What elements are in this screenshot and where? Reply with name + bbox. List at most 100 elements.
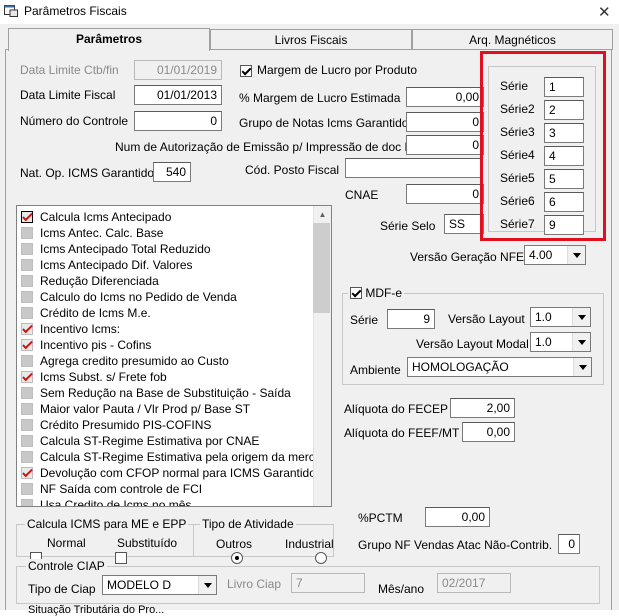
pct-margem-label: % Margem de Lucro Estimada xyxy=(239,91,401,105)
close-icon[interactable]: ✕ xyxy=(598,3,611,21)
num-autorizacao-label: Num de Autorização de Emissão p/ Impress… xyxy=(115,140,442,154)
margem-lucro-produto-label: Margem de Lucro por Produto xyxy=(257,63,418,77)
pctm-field[interactable]: 0,00 xyxy=(425,507,490,527)
nat-op-field[interactable]: 540 xyxy=(153,162,191,182)
app-icon xyxy=(4,5,18,17)
cod-posto-field[interactable] xyxy=(345,158,483,178)
serie-field[interactable]: 1 xyxy=(544,77,584,97)
scroll-thumb[interactable] xyxy=(313,223,330,313)
mdfe-serie-field[interactable]: 9 xyxy=(387,309,435,329)
normal-label: Normal xyxy=(47,536,86,550)
grupo-nf-field[interactable]: 0 xyxy=(558,534,580,554)
serie-field[interactable]: 9 xyxy=(544,215,584,235)
checkbox-icon[interactable] xyxy=(21,355,33,367)
calc-icms-title: Calcula ICMS para ME e EPP xyxy=(25,517,189,531)
checkbox-icon[interactable] xyxy=(21,451,33,463)
list-item-label: Sem Redução na Base de Substituição - Sa… xyxy=(40,386,291,400)
checkbox-icon[interactable] xyxy=(21,243,33,255)
checkbox-icon[interactable] xyxy=(21,291,33,303)
cnae-label: CNAE xyxy=(345,188,379,202)
checkbox-icon[interactable] xyxy=(21,419,33,431)
chevron-down-icon[interactable] xyxy=(572,308,590,326)
checkbox-icon[interactable] xyxy=(21,307,33,319)
serie-selo-label: Série Selo xyxy=(380,219,436,233)
tipo-ciap-label: Tipo de Ciap xyxy=(28,582,96,596)
serie-label: Série4 xyxy=(500,148,535,162)
cod-posto-label: Cód. Posto Fiscal xyxy=(245,163,340,177)
margem-lucro-produto-checkbox[interactable] xyxy=(240,65,252,77)
versao-geracao-label: Versão Geração NFE xyxy=(410,250,525,264)
versao-layout-label: Versão Layout xyxy=(448,312,525,326)
feef-field[interactable]: 0,00 xyxy=(462,422,515,442)
checkbox-icon[interactable] xyxy=(21,387,33,399)
checkbox-icon[interactable] xyxy=(21,275,33,287)
grupo-notas-label: Grupo de Notas Icms Garantido xyxy=(239,116,409,130)
mdfe-checkbox[interactable] xyxy=(350,287,362,299)
industrial-label: Industrial xyxy=(285,537,334,551)
livro-ciap-field[interactable]: 7 xyxy=(291,573,365,593)
tipo-atividade-title: Tipo de Atividade xyxy=(200,517,296,531)
fecep-field[interactable]: 2,00 xyxy=(450,398,515,418)
pctm-label: %PCTM xyxy=(358,511,403,525)
checkmark-icon[interactable] xyxy=(21,467,33,479)
serie-field[interactable]: 3 xyxy=(544,123,584,143)
serie-field[interactable]: 6 xyxy=(544,192,584,212)
checkbox-icon[interactable] xyxy=(21,403,33,415)
data-limite-ctb-field[interactable]: 01/01/2019 xyxy=(134,60,222,80)
list-item-label: Calcula ST-Regime Estimativa por CNAE xyxy=(40,434,260,448)
substituido-label: Substituído xyxy=(117,536,178,550)
versao-geracao-select[interactable]: 4.00 xyxy=(524,245,586,265)
mdfe-serie-label: Série xyxy=(350,313,379,327)
list-item-label: Incentivo Icms: xyxy=(40,322,121,336)
options-listbox[interactable]: Calcula Icms Antecipado Icms Antec. Calc.… xyxy=(16,205,332,507)
tab-arq-magneticos[interactable]: Arq. Magnéticos xyxy=(412,29,613,50)
list-item-label: Calcula Icms Antecipado xyxy=(40,210,172,224)
checkmark-icon[interactable] xyxy=(21,371,33,383)
num-autorizacao-field[interactable]: 0 xyxy=(406,135,484,155)
ambiente-select[interactable]: HOMOLOGAÇÃO xyxy=(407,357,592,377)
serie-field[interactable]: 5 xyxy=(544,169,584,189)
serie-label: Série7 xyxy=(500,217,535,231)
serie-label: Série6 xyxy=(500,194,535,208)
list-item-label: Icms Antecipado Total Reduzido xyxy=(40,242,211,256)
numero-controle-field[interactable]: 0 xyxy=(134,111,222,131)
cnae-field[interactable]: 0 xyxy=(406,184,484,204)
serie-field[interactable]: 4 xyxy=(544,146,584,166)
mes-ano-field[interactable]: 02/2017 xyxy=(437,573,511,593)
list-item-label: Calculo do Icms no Pedido de Venda xyxy=(40,290,237,304)
serie-field[interactable]: 2 xyxy=(544,100,584,120)
versao-layout-select[interactable]: 1.0 xyxy=(530,307,591,327)
tab-parametros[interactable]: Parâmetros xyxy=(8,28,210,51)
chevron-down-icon[interactable] xyxy=(573,358,591,376)
mes-ano-label: Mês/ano xyxy=(378,582,425,596)
checkbox-icon[interactable] xyxy=(21,259,33,271)
serie-label: Série5 xyxy=(500,171,535,185)
grupo-nf-label: Grupo NF Vendas Atac Não-Contrib. xyxy=(358,538,553,552)
data-limite-fiscal-field[interactable]: 01/01/2013 xyxy=(134,85,222,105)
checkbox-icon[interactable] xyxy=(21,435,33,447)
serie-selo-field[interactable]: SS xyxy=(444,214,484,234)
list-item-label: Maior valor Pauta / Vlr Prod p/ Base ST xyxy=(40,402,251,416)
tab-livros-fiscais[interactable]: Livros Fiscais xyxy=(210,29,412,50)
livro-ciap-label: Livro Ciap xyxy=(227,577,282,591)
tipo-ciap-select[interactable]: MODELO D xyxy=(102,575,217,595)
checkmark-icon[interactable] xyxy=(21,323,33,335)
chevron-down-icon[interactable] xyxy=(572,333,590,351)
industrial-radio[interactable] xyxy=(315,552,328,564)
chevron-down-icon[interactable] xyxy=(567,246,585,264)
list-item-label: Usa Credito de Icms no mês xyxy=(40,498,192,507)
checkbox-icon[interactable] xyxy=(21,499,33,506)
checkbox-icon[interactable] xyxy=(21,483,33,495)
checkmark-icon[interactable] xyxy=(21,339,33,351)
checkmark-icon[interactable] xyxy=(21,211,33,223)
versao-modal-select[interactable]: 1.0 xyxy=(530,332,591,352)
grupo-notas-field[interactable]: 0 xyxy=(406,112,484,132)
checkbox-icon[interactable] xyxy=(21,227,33,239)
fecep-label: Alíquota do FECEP xyxy=(344,402,449,416)
chevron-down-icon[interactable] xyxy=(198,576,216,594)
pct-margem-field[interactable]: 0,00 xyxy=(406,87,484,107)
ambiente-label: Ambiente xyxy=(350,363,401,377)
substituido-checkbox[interactable] xyxy=(115,552,128,564)
outros-radio[interactable] xyxy=(230,552,243,564)
scroll-up-icon[interactable]: ▲ xyxy=(314,206,331,223)
